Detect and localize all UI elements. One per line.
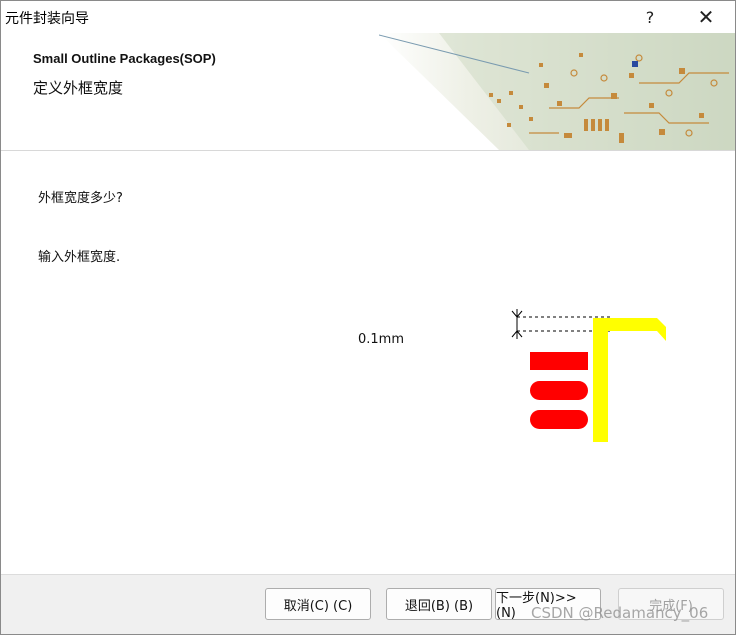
- cancel-button[interactable]: 取消(C) (C): [265, 588, 371, 620]
- window-title: 元件封装向导: [5, 11, 89, 27]
- header-subtitle: 定义外框宽度: [33, 79, 124, 97]
- csdn-watermark: CSDN @Redamancy_06: [531, 604, 709, 622]
- wizard-header: Small Outline Packages(SOP) 定义外框宽度: [1, 33, 735, 151]
- outline-width-input[interactable]: [341, 329, 421, 349]
- wizard-content: 外框宽度多少? 输入外框宽度.: [1, 151, 735, 573]
- pad-2: [530, 381, 588, 400]
- silkscreen-outline: [593, 318, 666, 442]
- outline-preview-diagram: [511, 309, 666, 442]
- help-button[interactable]: ?: [627, 1, 673, 33]
- header-title: Small Outline Packages(SOP): [33, 51, 216, 66]
- instruction-text: 输入外框宽度.: [38, 250, 121, 265]
- pad-3: [530, 410, 588, 429]
- close-button[interactable]: ✕: [683, 1, 729, 33]
- back-button[interactable]: 退回(B) (B): [386, 588, 492, 620]
- question-text: 外框宽度多少?: [38, 191, 123, 206]
- wizard-window: 元件封装向导 ? ✕ Small Outline Packages(SOP) 定…: [0, 0, 736, 635]
- pcb-banner-image: [379, 33, 735, 150]
- pad-1: [530, 352, 588, 370]
- title-bar[interactable]: 元件封装向导 ? ✕: [1, 1, 735, 33]
